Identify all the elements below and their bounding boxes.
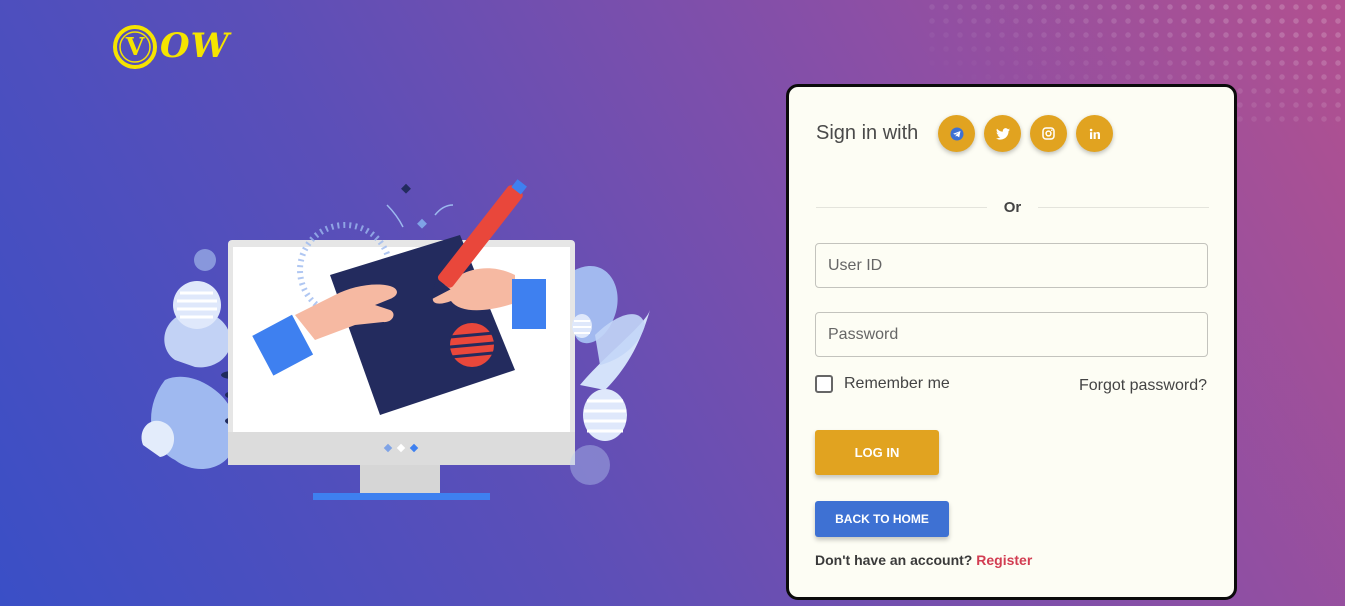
register-prompt: Don't have an account? Register [815, 552, 1032, 568]
or-divider: Or [816, 199, 1210, 216]
register-link[interactable]: Register [976, 552, 1032, 568]
svg-text:V: V [125, 32, 145, 61]
linkedin-icon [1089, 128, 1100, 139]
social-buttons [938, 115, 1114, 152]
twitter-icon [995, 127, 1010, 140]
remember-me-label: Remember me [844, 375, 950, 392]
signin-label: Sign in with [816, 122, 919, 144]
divider-line [816, 207, 987, 208]
decor-circle [570, 445, 610, 485]
forgot-password-link[interactable]: Forgot password? [1079, 377, 1207, 395]
hero-illustration [141, 179, 650, 500]
sparkle-shape [401, 183, 411, 194]
user-id-input[interactable] [815, 243, 1208, 288]
no-account-text: Don't have an account? [815, 552, 977, 568]
instagram-button[interactable] [1030, 115, 1068, 152]
telegram-button[interactable] [938, 115, 976, 152]
login-button[interactable]: LOG IN [815, 430, 939, 475]
or-text: Or [1003, 199, 1022, 216]
striped-leaf [583, 389, 627, 441]
striped-leaf [572, 314, 592, 338]
right-sleeve [512, 279, 546, 329]
instagram-icon [1042, 127, 1056, 140]
remember-me-checkbox[interactable] [815, 375, 833, 393]
back-to-home-button[interactable]: BACK TO HOME [815, 501, 949, 537]
remember-me[interactable]: Remember me [815, 375, 950, 393]
monitor-stand [360, 465, 440, 493]
monitor-base [313, 493, 490, 500]
sparkle-shape [417, 218, 427, 229]
divider-line [1038, 207, 1210, 208]
sparkle-line [386, 204, 404, 228]
twitter-button[interactable] [984, 115, 1022, 152]
logo-emblem-icon: V [113, 25, 157, 69]
striped-circle [449, 323, 495, 367]
sparkle-line [434, 204, 454, 216]
telegram-icon [950, 127, 964, 140]
login-card: Sign in with Or User ID Remember me Forg… [786, 84, 1237, 600]
linkedin-button[interactable] [1076, 115, 1114, 152]
social-signin-row: Sign in with [816, 115, 1114, 152]
brand-logo[interactable]: V OW [112, 22, 238, 70]
leaf-shape [141, 420, 175, 457]
monitor-dots [383, 443, 419, 453]
password-input[interactable] [815, 312, 1208, 357]
striped-leaf [173, 281, 221, 329]
decor-circle [194, 249, 216, 271]
logo-text: OW [160, 26, 230, 66]
